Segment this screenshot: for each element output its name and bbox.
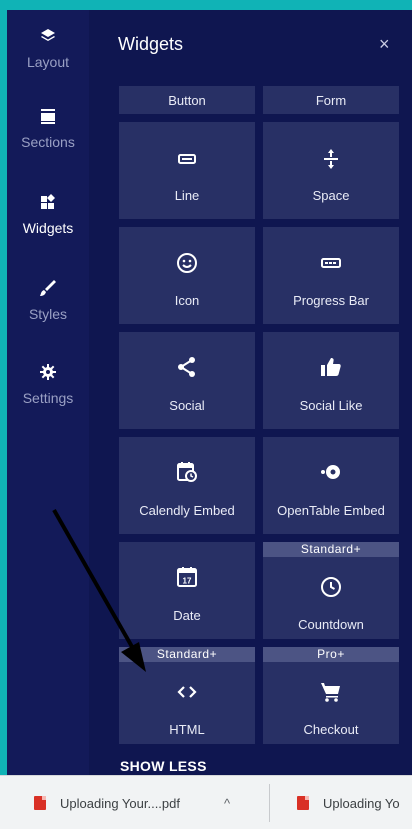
- rail-item-layout[interactable]: Layout: [7, 26, 89, 94]
- rail-item-styles[interactable]: Styles: [7, 278, 89, 346]
- widget-label: Calendly Embed: [139, 503, 235, 518]
- pdf-file-icon: [34, 796, 46, 810]
- widget-label: Countdown: [298, 617, 364, 632]
- widget-progress-bar[interactable]: Progress Bar: [263, 227, 399, 324]
- brush-icon: [7, 278, 89, 302]
- widget-form[interactable]: Form: [263, 86, 399, 114]
- panel-title: Widgets: [118, 34, 184, 54]
- widget-label: Checkout: [303, 722, 359, 737]
- pdf-file-icon: [297, 796, 309, 810]
- widget-calendly-embed[interactable]: Calendly Embed: [119, 437, 255, 534]
- rail-label-styles: Styles: [28, 306, 68, 322]
- sections-icon: [7, 106, 89, 130]
- show-less-link[interactable]: SHOW LESS: [120, 758, 207, 774]
- widget-countdown[interactable]: Standard+ Countdown: [263, 542, 399, 639]
- widget-label: OpenTable Embed: [277, 503, 385, 518]
- download-separator: [269, 784, 270, 822]
- layers-icon: [7, 26, 89, 50]
- left-rail: Layout Sections Widgets Styles Settings: [7, 10, 89, 775]
- download-filename: Uploading Your....pdf: [60, 795, 180, 811]
- widget-label: Button: [168, 93, 206, 108]
- share-icon: [119, 355, 255, 382]
- plan-badge: Standard+: [263, 542, 399, 557]
- widget-social-like[interactable]: Social Like: [263, 332, 399, 429]
- clock-icon: [263, 575, 399, 602]
- download-item[interactable]: Uploading Your....pdf ^: [34, 776, 230, 829]
- widget-button[interactable]: Button: [119, 86, 255, 114]
- widget-social[interactable]: Social: [119, 332, 255, 429]
- rail-label-sections: Sections: [21, 134, 75, 150]
- widget-label: Space: [312, 188, 350, 203]
- widget-html[interactable]: Standard+ HTML: [119, 647, 255, 744]
- cart-icon: [263, 680, 399, 707]
- line-icon: [119, 147, 255, 174]
- rail-item-settings[interactable]: Settings: [7, 362, 89, 430]
- rail-item-sections[interactable]: Sections: [7, 106, 89, 174]
- download-item[interactable]: Uploading Yo: [297, 776, 400, 829]
- close-icon[interactable]: ×: [379, 34, 390, 55]
- rail-label-layout: Layout: [26, 54, 70, 70]
- download-filename: Uploading Yo: [323, 795, 400, 811]
- widgets-panel: Widgets × Button Form Line Space Icon Pr…: [89, 10, 412, 775]
- widget-checkout[interactable]: Pro+ Checkout: [263, 647, 399, 744]
- widget-label: Social Like: [299, 398, 363, 413]
- widgets-icon: [7, 192, 89, 216]
- smiley-icon: [119, 251, 255, 278]
- widget-label: Date: [173, 608, 201, 623]
- rail-item-widgets[interactable]: Widgets: [7, 192, 89, 260]
- gear-icon: [7, 362, 89, 386]
- widget-icon[interactable]: Icon: [119, 227, 255, 324]
- rail-label-settings: Settings: [22, 390, 74, 406]
- plan-badge: Standard+: [119, 647, 255, 662]
- widget-label: Icon: [174, 293, 200, 308]
- progress-bar-icon: [263, 251, 399, 278]
- opentable-icon: [263, 460, 399, 487]
- plan-badge: Pro+: [263, 647, 399, 662]
- widget-space[interactable]: Space: [263, 122, 399, 219]
- widget-label: Form: [315, 93, 347, 108]
- space-icon: [263, 147, 399, 174]
- widget-label: Line: [174, 188, 200, 203]
- widget-line[interactable]: Line: [119, 122, 255, 219]
- thumbs-up-icon: [263, 355, 399, 382]
- widget-label: Progress Bar: [293, 293, 369, 308]
- editor-frame: Layout Sections Widgets Styles Settings: [7, 10, 412, 775]
- widget-label: HTML: [169, 722, 205, 737]
- chevron-up-icon[interactable]: ^: [224, 796, 230, 811]
- widget-date[interactable]: 17 Date: [119, 542, 255, 639]
- code-icon: [119, 680, 255, 707]
- calendar-clock-icon: [119, 460, 255, 487]
- rail-label-widgets: Widgets: [22, 220, 74, 236]
- download-bar: Uploading Your....pdf ^ Uploading Yo: [0, 775, 412, 829]
- widget-label: Social: [169, 398, 205, 413]
- calendar-17-icon: 17: [119, 565, 255, 592]
- calendar-day: 17: [183, 577, 192, 586]
- widget-opentable-embed[interactable]: OpenTable Embed: [263, 437, 399, 534]
